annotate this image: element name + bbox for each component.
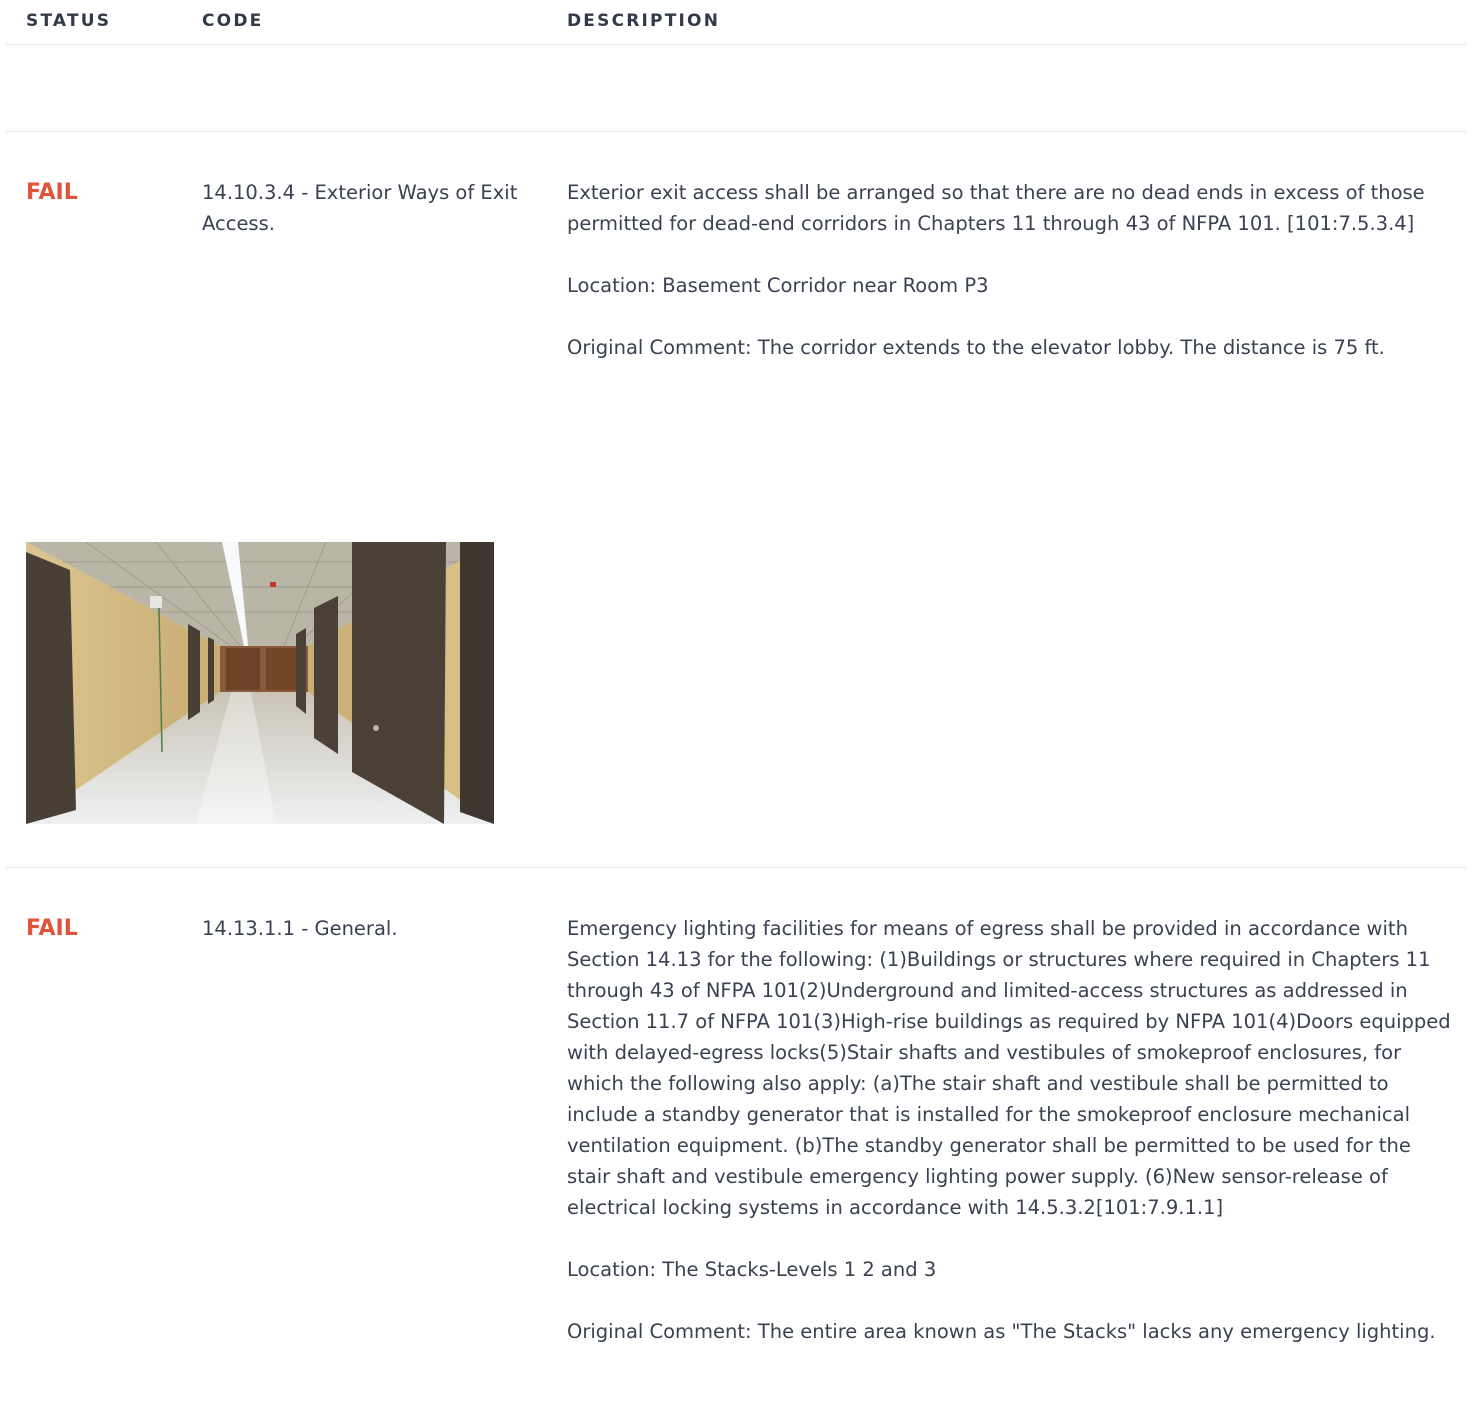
comment-text: Original Comment: The entire area known … [567,1320,1436,1343]
description-body: Exterior exit access shall be arranged s… [567,181,1425,235]
code-reference: 14.13.1.1 - General. [202,917,398,940]
status-badge: FAIL [26,916,78,941]
row-divider [6,867,1466,868]
table-header: STATUS CODE DESCRIPTION [6,0,1466,45]
corridor-photo[interactable] [26,542,494,824]
description-text: Emergency lighting facilities for means … [567,913,1457,1347]
code-column-header: CODE [202,11,264,31]
location-text: Location: The Stacks-Levels 1 2 and 3 [567,1258,937,1281]
description-text: Exterior exit access shall be arranged s… [567,177,1457,363]
description-body: Emergency lighting facilities for means … [567,917,1451,1219]
status-column-header: STATUS [26,11,112,31]
status-badge: FAIL [26,180,78,205]
code-reference: 14.10.3.4 - Exterior Ways of Exit Access… [202,181,518,235]
description-column-header: DESCRIPTION [567,11,721,31]
comment-text: Original Comment: The corridor extends t… [567,336,1385,359]
location-text: Location: Basement Corridor near Room P3 [567,274,989,297]
row-divider [6,131,1466,132]
